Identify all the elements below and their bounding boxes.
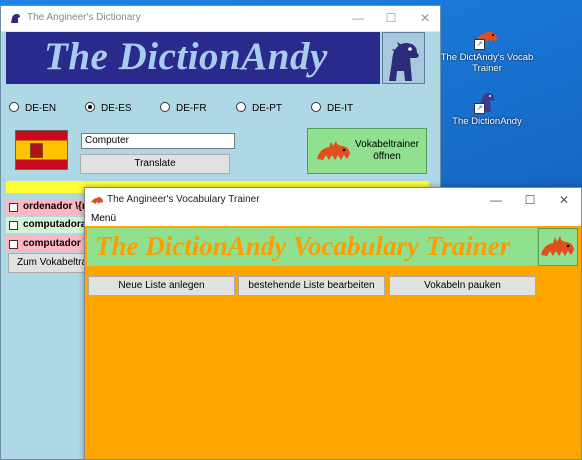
search-input[interactable]: Computer (81, 133, 235, 149)
minimize-icon[interactable]: — (488, 192, 504, 208)
checkbox[interactable] (9, 203, 18, 212)
spain-flag-icon (15, 130, 68, 170)
to-vocab-trainer-button[interactable]: Zum Vokabeltrain (8, 253, 88, 273)
dino-shortcut-icon: ↗ (474, 88, 500, 114)
result-row[interactable]: computador \{n (6, 236, 96, 265)
checkbox[interactable] (9, 221, 18, 230)
radio-selected-icon (85, 102, 95, 112)
banner-title: The DictionAndy Vocabulary Trainer (95, 231, 511, 261)
radio-icon (160, 102, 170, 112)
banner-title: The DictionAndy (44, 35, 328, 78)
translate-button[interactable]: Translate (80, 154, 230, 174)
window-title: The Angineer's Dictionary (27, 12, 141, 23)
menu-item[interactable]: Menü (91, 213, 116, 224)
radio-de-it[interactable]: DE-IT (311, 102, 353, 114)
edit-list-button[interactable]: bestehende Liste bearbeiten (238, 276, 385, 296)
practice-vocab-button[interactable]: Vokabeln pauken (389, 276, 536, 296)
radio-icon (311, 102, 321, 112)
result-row[interactable]: ordenador \{m\ (6, 199, 96, 215)
radio-de-en[interactable]: DE-EN (9, 102, 56, 114)
dino-logo-icon (382, 32, 425, 84)
radio-de-fr[interactable]: DE-FR (160, 102, 207, 114)
dino-shortcut-icon: ↗ (474, 24, 500, 50)
desktop-icon-label: The DictAndy's Vocab Trainer (440, 52, 534, 74)
dictionary-titlebar[interactable]: The Angineer's Dictionary — ☐ ✕ (1, 6, 440, 32)
desktop-icon-vocab-trainer[interactable]: ↗ The DictAndy's Vocab Trainer (437, 24, 537, 74)
checkbox[interactable] (9, 240, 18, 249)
desktop-icon-label: The DictionAndy (452, 116, 522, 127)
desktop-icon-dictionandy[interactable]: ↗ The DictionAndy (437, 88, 537, 127)
radio-de-es[interactable]: DE-ES (85, 102, 132, 114)
window-title: The Angineer's Vocabulary Trainer (107, 194, 260, 205)
maximize-icon[interactable]: ☐ (383, 10, 399, 26)
dino-app-icon (91, 194, 103, 206)
trainer-banner: The DictionAndy Vocabulary Trainer (87, 228, 537, 266)
dictionary-banner: The DictionAndy (6, 32, 380, 84)
dino-orange-icon (538, 228, 578, 266)
close-icon[interactable]: ✕ (417, 10, 433, 26)
radio-icon (236, 102, 246, 112)
dino-orange-icon (315, 137, 353, 170)
dino-app-icon (10, 12, 22, 24)
trainer-button-label: Vokabeltrainer öffnen (355, 139, 419, 162)
radio-de-pt[interactable]: DE-PT (236, 102, 282, 114)
close-icon[interactable]: ✕ (556, 192, 572, 208)
maximize-icon[interactable]: ☐ (522, 192, 538, 208)
minimize-icon[interactable]: — (350, 10, 366, 26)
menu-bar: Menü (85, 212, 581, 226)
new-list-button[interactable]: Neue Liste anlegen (88, 276, 235, 296)
radio-icon (9, 102, 19, 112)
trainer-titlebar[interactable]: The Angineer's Vocabulary Trainer — ☐ ✕ (85, 188, 581, 213)
vocab-trainer-window: The Angineer's Vocabulary Trainer — ☐ ✕ … (84, 187, 582, 460)
open-vocab-trainer-button[interactable]: Vokabeltrainer öffnen (307, 128, 427, 174)
result-row[interactable]: computadora \ (6, 217, 96, 233)
flag-crest (30, 143, 43, 158)
